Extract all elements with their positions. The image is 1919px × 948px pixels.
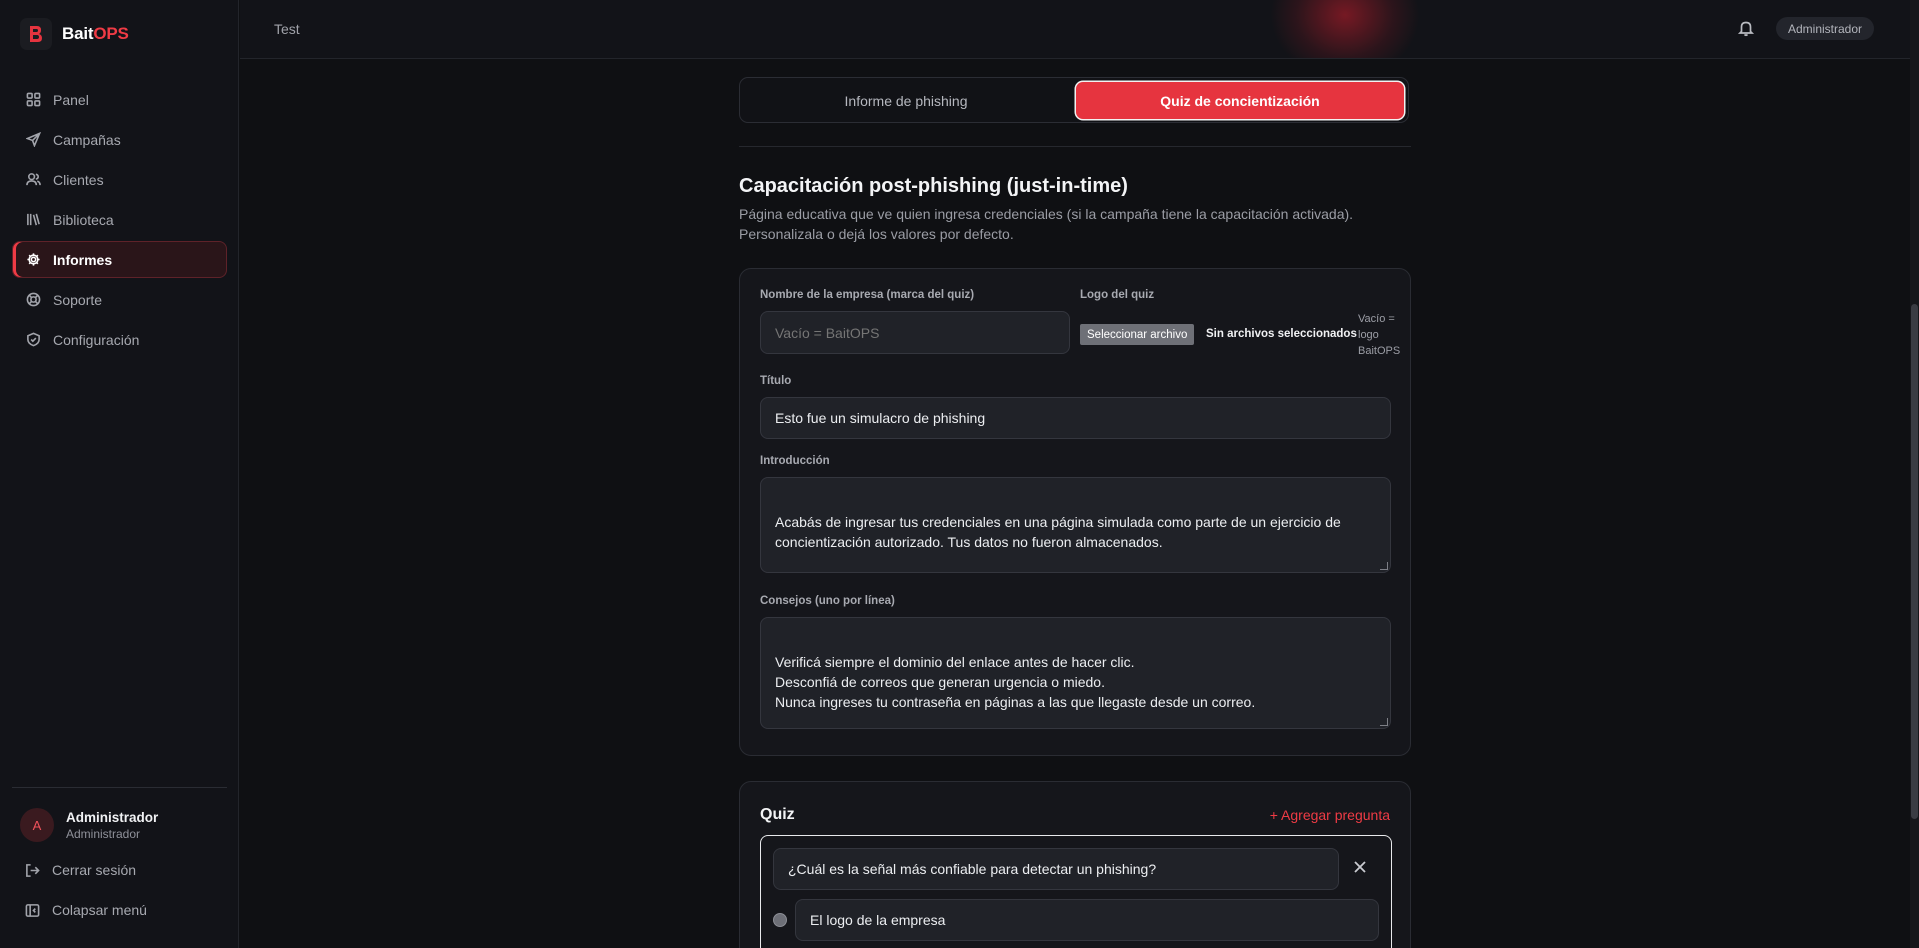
topbar-glow-decoration	[1270, 0, 1420, 58]
company-name-input[interactable]	[760, 311, 1070, 354]
lifebuoy-icon	[26, 292, 41, 307]
question-input[interactable]: ¿Cuál es la señal más confiable para det…	[773, 848, 1339, 890]
question-input-value: ¿Cuál es la señal más confiable para det…	[788, 861, 1157, 877]
sidebar-item-configuracion[interactable]: Configuración	[12, 321, 227, 358]
user-role-badge[interactable]: Administrador	[1776, 17, 1875, 40]
sidebar-item-label: Informes	[53, 251, 113, 268]
quiz-card: Quiz + Agregar pregunta ¿Cuál es la seña…	[739, 781, 1411, 948]
training-settings-card: Nombre de la empresa (marca del quiz) Lo…	[739, 268, 1411, 756]
topbar: Test Administrador	[240, 0, 1910, 59]
logout-button[interactable]: Cerrar sesión	[25, 862, 136, 878]
sidebar-item-clientes[interactable]: Clientes	[12, 161, 227, 198]
grid-icon	[26, 92, 41, 107]
resize-handle-icon[interactable]	[1380, 562, 1388, 570]
tab-informe-phishing[interactable]: Informe de phishing	[744, 82, 1068, 119]
sidebar-item-label: Biblioteca	[53, 211, 114, 228]
scrollbar-thumb[interactable]	[1911, 304, 1918, 819]
page-scrollbar[interactable]	[1910, 0, 1919, 948]
brand-logo-icon	[20, 18, 52, 50]
notifications-bell-icon[interactable]	[1737, 19, 1755, 37]
sidebar-item-campanas[interactable]: Campañas	[12, 121, 227, 158]
collapse-menu-button[interactable]: Colapsar menú	[25, 902, 147, 918]
tips-label: Consejos (uno por línea)	[760, 595, 895, 607]
section-description-line: Página educativa que ve quien ingresa cr…	[739, 206, 1354, 222]
logout-label: Cerrar sesión	[52, 862, 137, 878]
section-description: Página educativa que ve quien ingresa cr…	[739, 204, 1379, 244]
resize-handle-icon[interactable]	[1380, 718, 1388, 726]
logo-hint-text: Vacío = logo BaitOPS	[1358, 313, 1401, 357]
user-role: Administrador	[66, 826, 141, 841]
sidebar-item-label: Clientes	[53, 171, 104, 188]
tips-textarea[interactable]: Verificá siempre el dominio del enlace a…	[760, 617, 1391, 729]
avatar: A	[20, 808, 54, 842]
sidebar-item-biblioteca[interactable]: Biblioteca	[12, 201, 227, 238]
collapse-label: Colapsar menú	[52, 902, 147, 918]
option-input[interactable]: El logo de la empresa	[795, 899, 1379, 941]
logo-label: Logo del quiz	[1080, 289, 1155, 301]
library-icon	[27, 213, 40, 226]
quiz-title: Quiz	[760, 806, 795, 823]
brand-main-text: Bait	[62, 24, 94, 43]
user-profile[interactable]: A Administrador Administrador	[20, 808, 158, 842]
title-input-value: Esto fue un simulacro de phishing	[775, 410, 986, 426]
section-title: Capacitación post-phishing (just-in-time…	[739, 175, 1128, 197]
title-label: Título	[760, 375, 792, 387]
add-question-button[interactable]: + Agregar pregunta	[1270, 807, 1390, 823]
logout-icon	[26, 863, 40, 877]
users-icon	[26, 173, 41, 186]
breadcrumb[interactable]: Test	[274, 21, 300, 37]
remove-question-close-icon[interactable]	[1353, 860, 1367, 874]
sidebar-item-soporte[interactable]: Soporte	[12, 281, 227, 318]
sidebar-item-label: Soporte	[53, 291, 103, 308]
sidebar-nav: Panel Campañas Clientes Biblioteca Infor…	[12, 81, 227, 361]
main-content: Informe de phishing Quiz de concientizac…	[240, 60, 1910, 948]
brand[interactable]: BaitOPS	[20, 18, 129, 50]
sidebar: BaitOPS Panel Campañas Clientes Bibliote…	[0, 0, 239, 948]
intro-label: Introducción	[760, 455, 830, 467]
sidebar-item-label: Campañas	[53, 131, 121, 148]
tab-quiz-concientizacion[interactable]: Quiz de concientización	[1076, 82, 1404, 119]
section-divider	[739, 146, 1411, 147]
correct-option-radio[interactable]	[773, 913, 787, 927]
shield-icon	[27, 332, 40, 347]
sidebar-item-label: Panel	[53, 91, 89, 108]
tab-group: Informe de phishing Quiz de concientizac…	[739, 77, 1409, 123]
title-input[interactable]: Esto fue un simulacro de phishing	[760, 397, 1391, 439]
file-status-text: Sin archivos seleccionados	[1206, 328, 1357, 340]
tips-textarea-value: Verificá siempre el dominio del enlace a…	[775, 654, 1256, 710]
sidebar-item-panel[interactable]: Panel	[12, 81, 227, 118]
sidebar-divider	[12, 787, 227, 788]
user-name: Administrador	[66, 809, 159, 825]
question-block: ¿Cuál es la señal más confiable para det…	[760, 835, 1392, 948]
brand-accent-text: OPS	[93, 24, 129, 43]
intro-textarea-value: Acabás de ingresar tus credenciales en u…	[775, 514, 1341, 550]
intro-textarea[interactable]: Acabás de ingresar tus credenciales en u…	[760, 477, 1391, 573]
collapse-sidebar-icon	[25, 903, 40, 917]
sidebar-item-label: Configuración	[53, 331, 140, 348]
gear-icon	[27, 253, 40, 266]
option-input-value: El logo de la empresa	[810, 912, 946, 928]
select-file-button[interactable]: Seleccionar archivo	[1080, 324, 1195, 345]
brand-name: BaitOPS	[62, 24, 129, 44]
section-description-line: Personalizala o dejá los valores por def…	[739, 226, 1014, 242]
company-name-label: Nombre de la empresa (marca del quiz)	[760, 289, 975, 301]
sidebar-item-informes[interactable]: Informes	[12, 241, 227, 278]
send-icon	[26, 132, 41, 147]
